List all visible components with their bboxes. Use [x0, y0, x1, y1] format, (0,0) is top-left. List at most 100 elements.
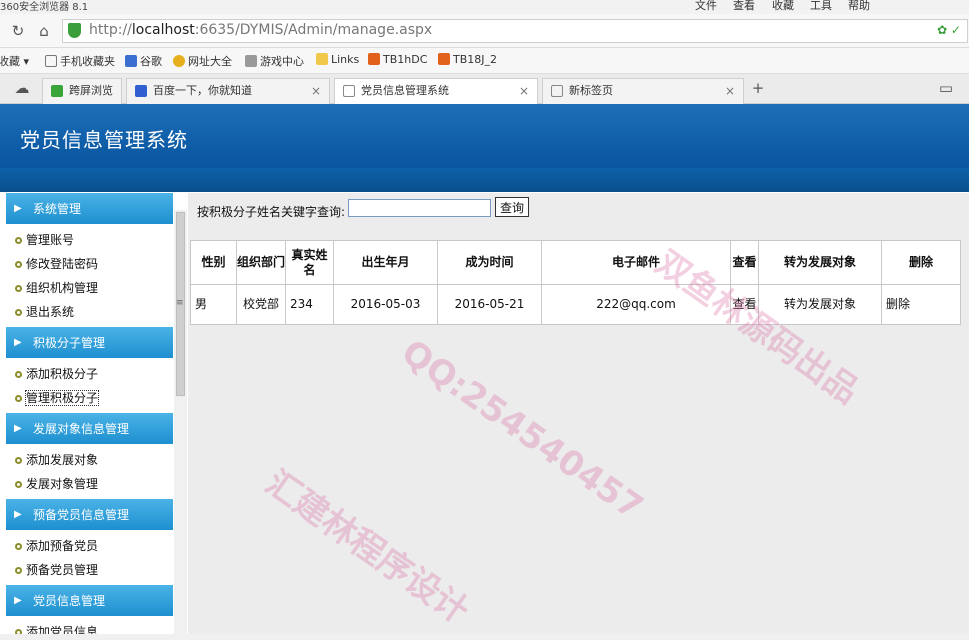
menu-help[interactable]: 帮助 — [848, 0, 870, 13]
tab-list-icon[interactable]: ▭ — [936, 78, 956, 98]
taobao-icon — [368, 53, 380, 65]
google-icon — [125, 55, 137, 67]
bullet-icon — [15, 543, 22, 550]
sidebar-group-development[interactable]: ▶ 发展对象信息管理 — [6, 413, 173, 445]
bookmark-links[interactable]: Links — [316, 53, 359, 66]
bookmark-mobile[interactable]: 手机收藏夹 — [45, 53, 115, 69]
home-icon[interactable]: ⌂ — [34, 21, 54, 41]
address-bar: ↻ ⌂ http://localhost:6635/DYMIS/Admin/ma… — [0, 14, 969, 48]
col-join-time: 成为时间 — [437, 240, 542, 285]
search-button[interactable]: 查询 — [495, 197, 529, 217]
sidebar-item-add-probationary[interactable]: 添加预备党员 — [6, 534, 173, 558]
cell-gender: 男 — [190, 284, 237, 325]
sidebar-item-org[interactable]: 组织机构管理 — [6, 276, 173, 300]
sidebar-item-manage-activists[interactable]: 管理积极分子 — [6, 386, 173, 410]
col-gender: 性别 — [190, 240, 237, 285]
status-bar — [0, 634, 969, 640]
close-icon[interactable]: × — [725, 79, 735, 103]
arrow-right-icon: ▶ — [14, 595, 22, 606]
new-tab-icon[interactable]: + — [748, 78, 768, 98]
menu-view[interactable]: 查看 — [733, 0, 755, 13]
bullet-icon — [15, 309, 22, 316]
search-label: 按积极分子姓名关键字查询: — [197, 205, 346, 219]
cell-department: 校党部 — [236, 284, 286, 325]
close-icon[interactable]: × — [311, 79, 321, 103]
search-input[interactable] — [348, 199, 491, 217]
col-birth: 出生年月 — [333, 240, 438, 285]
delete-link[interactable]: 删除 — [881, 284, 961, 325]
arrow-right-icon: ▶ — [14, 509, 22, 520]
cell-real-name: 234 — [285, 284, 334, 325]
sidebar-item-add-activist[interactable]: 添加积极分子 — [6, 362, 173, 386]
col-email: 电子邮件 — [541, 240, 731, 285]
bullet-icon — [15, 395, 22, 402]
tab-cross-screen[interactable]: 跨屏浏览 — [42, 78, 122, 104]
sidebar: ▶ 系统管理 管理账号 修改登陆密码 组织机构管理 退出系统 ▶ 积极分子管理 添加… — [6, 193, 173, 640]
menu-tools[interactable]: 工具 — [810, 0, 832, 13]
bookmarks-bar: 收藏 ▾ 手机收藏夹 谷歌 网址大全 游戏中心 Links TB1hDC TB1… — [0, 48, 969, 74]
activists-table: 性别 组织部门 真实姓名 出生年月 成为时间 电子邮件 查看 转为发展对象 删除… — [190, 240, 961, 325]
baidu-icon — [135, 85, 147, 97]
convert-link[interactable]: 转为发展对象 — [758, 284, 882, 325]
table-row: 男 校党部 234 2016-05-03 2016-05-21 222@qq.c… — [190, 284, 961, 325]
tab-party-system[interactable]: 党员信息管理系统 × — [334, 78, 538, 105]
cell-join-time: 2016-05-21 — [437, 284, 542, 325]
security-status-icon[interactable]: ✿ ✓ — [937, 23, 961, 37]
bookmark-sites[interactable]: 网址大全 — [173, 53, 232, 69]
shield-icon — [68, 23, 81, 38]
arrow-right-icon: ▶ — [14, 423, 22, 434]
bookmark-favorites[interactable]: 收藏 ▾ — [0, 53, 29, 69]
url-text: http://localhost:6635/DYMIS/Admin/manage… — [89, 22, 433, 38]
bookmark-tb1[interactable]: TB1hDC — [368, 53, 427, 66]
splitter-grip-icon[interactable]: ≡ — [176, 298, 184, 308]
app-header: 党员信息管理系统 — [0, 104, 969, 192]
view-link[interactable]: 查看 — [730, 284, 759, 325]
tab-bar: ☁ 跨屏浏览 百度一下，你就知道 × 党员信息管理系统 × 新标签页 × + ▭ — [0, 74, 969, 105]
bookmark-games[interactable]: 游戏中心 — [245, 53, 304, 69]
sidebar-item-change-password[interactable]: 修改登陆密码 — [6, 252, 173, 276]
header-band — [0, 168, 969, 192]
arrow-right-icon: ▶ — [14, 203, 22, 214]
bullet-icon — [15, 237, 22, 244]
sidebar-group-activists[interactable]: ▶ 积极分子管理 — [6, 327, 173, 359]
sidebar-group-probationary[interactable]: ▶ 预备党员信息管理 — [6, 499, 173, 531]
col-department: 组织部门 — [236, 240, 286, 285]
browser-titlebar: 360安全浏览器 8.1 文件 查看 收藏 工具 帮助 — [0, 0, 969, 14]
menu-favorites[interactable]: 收藏 — [772, 0, 794, 13]
app-title: 党员信息管理系统 — [20, 128, 188, 152]
sidebar-item-add-development[interactable]: 添加发展对象 — [6, 448, 173, 472]
sidebar-group-members[interactable]: ▶ 党员信息管理 — [6, 585, 173, 617]
bullet-icon — [15, 457, 22, 464]
bullet-icon — [15, 261, 22, 268]
close-icon[interactable]: × — [519, 79, 529, 103]
page-icon — [343, 85, 355, 97]
url-field[interactable]: http://localhost:6635/DYMIS/Admin/manage… — [62, 19, 968, 43]
cloud-icon[interactable]: ☁ — [12, 78, 32, 98]
sidebar-group-system[interactable]: ▶ 系统管理 — [6, 193, 173, 225]
cell-birth: 2016-05-03 — [333, 284, 438, 325]
menu-file[interactable]: 文件 — [695, 0, 717, 13]
arrow-right-icon: ▶ — [14, 337, 22, 348]
col-view: 查看 — [730, 240, 759, 285]
bullet-icon — [15, 567, 22, 574]
sidebar-item-logout[interactable]: 退出系统 — [6, 300, 173, 324]
main-content: 按积极分子姓名关键字查询: 查询 性别 组织部门 真实姓名 出生年月 成为时间 … — [188, 193, 969, 640]
grid-icon — [551, 85, 563, 97]
table-header-row: 性别 组织部门 真实姓名 出生年月 成为时间 电子邮件 查看 转为发展对象 删除 — [190, 240, 961, 285]
sidebar-item-accounts[interactable]: 管理账号 — [6, 228, 173, 252]
bookmark-tb2[interactable]: TB18J_2 — [438, 53, 497, 66]
col-convert: 转为发展对象 — [758, 240, 882, 285]
browser-app-title: 360安全浏览器 8.1 — [0, 2, 89, 13]
bookmark-google[interactable]: 谷歌 — [125, 53, 162, 69]
refresh-icon[interactable]: ↻ — [8, 21, 28, 41]
folder-icon — [45, 55, 57, 67]
gamepad-icon — [245, 55, 257, 67]
bullet-icon — [15, 481, 22, 488]
taobao-icon — [438, 53, 450, 65]
sidebar-item-manage-probationary[interactable]: 预备党员管理 — [6, 558, 173, 582]
tab-baidu[interactable]: 百度一下，你就知道 × — [126, 78, 330, 104]
tab-new[interactable]: 新标签页 × — [542, 78, 744, 104]
bullet-icon — [15, 371, 22, 378]
sidebar-item-manage-development[interactable]: 发展对象管理 — [6, 472, 173, 496]
folder-icon — [316, 53, 328, 65]
